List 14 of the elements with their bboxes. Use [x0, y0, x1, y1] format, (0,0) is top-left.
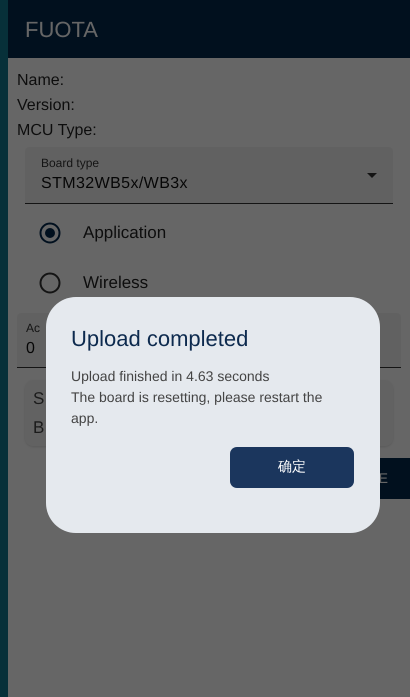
radio-option[interactable]: Wireless: [25, 258, 393, 308]
app-title: FUOTA: [25, 16, 98, 44]
card-text: S: [33, 388, 44, 410]
info-label: Version:: [17, 96, 76, 116]
confirm-button[interactable]: 确定: [230, 447, 354, 488]
info-label: Name:: [17, 71, 66, 91]
dropdown-caret-icon: [367, 172, 377, 178]
board-type-dropdown[interactable]: Board type STM32WB5x/WB3x: [25, 147, 393, 204]
dialog-message: The board is resetting, please restart the app.: [71, 388, 324, 428]
card-text: B: [33, 416, 44, 438]
dialog-title: Upload completed: [71, 325, 250, 353]
radio-option[interactable]: Application: [25, 208, 393, 258]
info-label: MCU Type:: [17, 121, 98, 141]
dialog-message: Upload finished in 4.63 seconds: [71, 367, 270, 386]
